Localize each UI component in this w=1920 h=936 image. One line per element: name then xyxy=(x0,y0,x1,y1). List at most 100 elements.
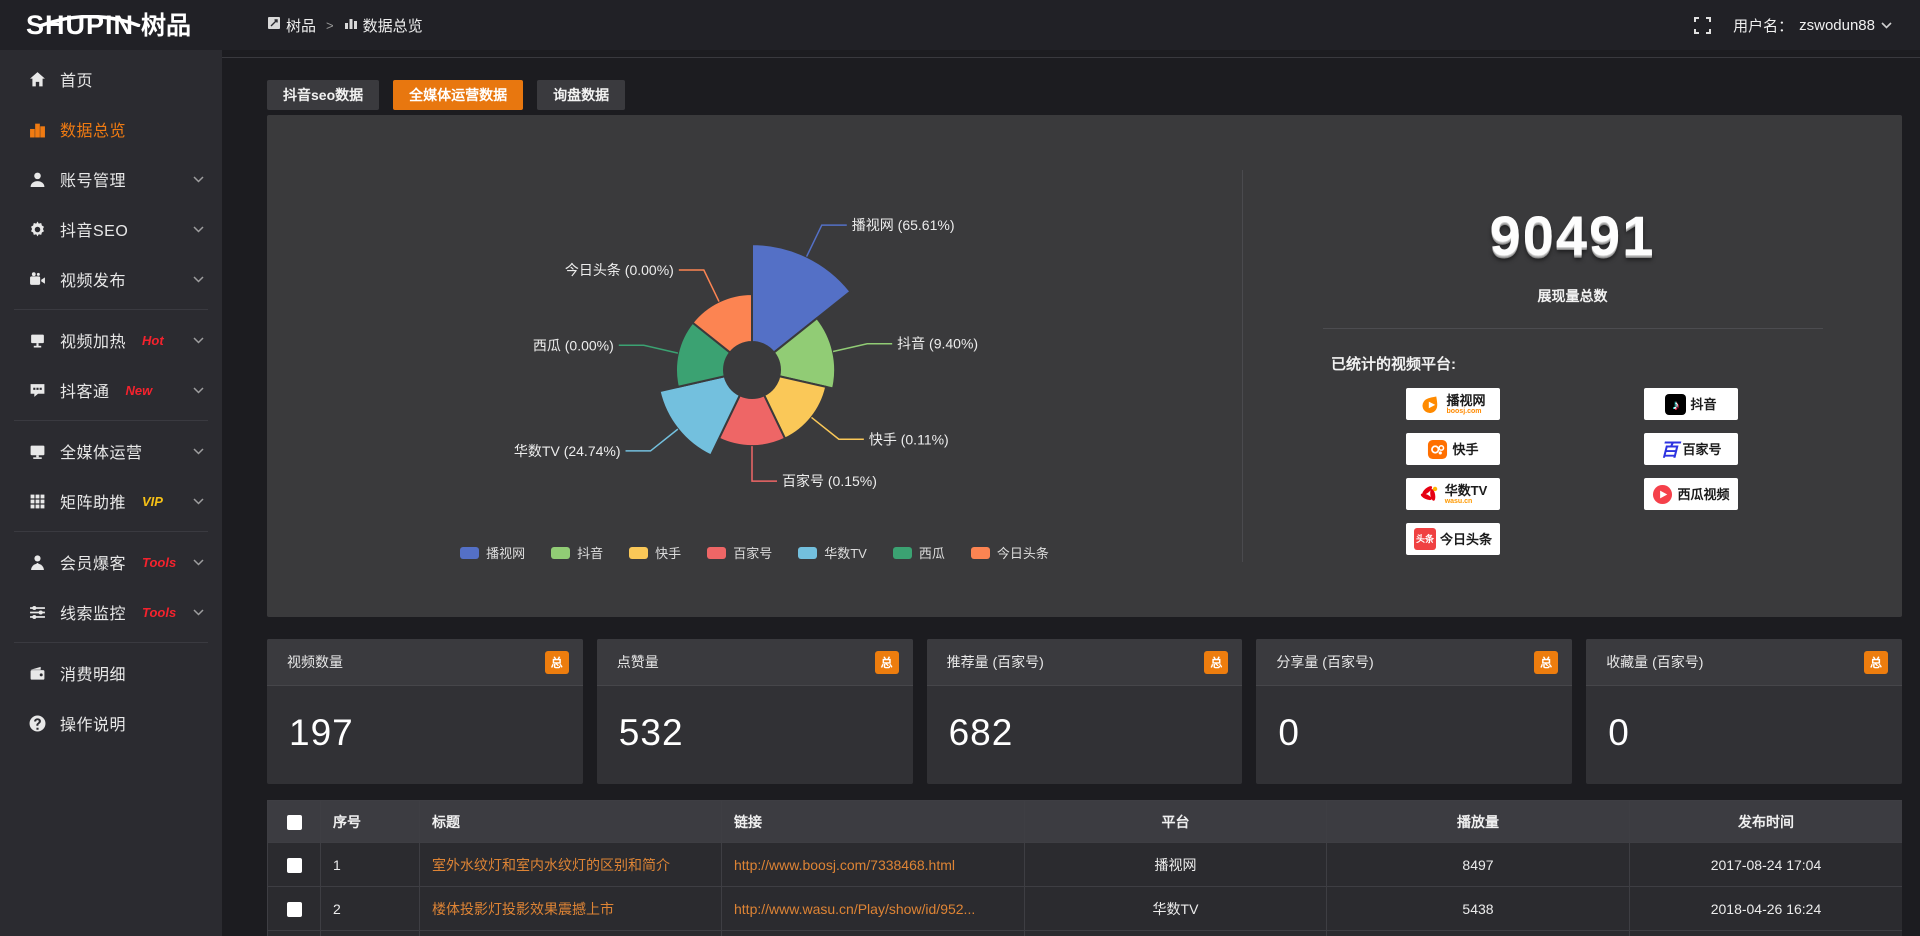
empty-cell xyxy=(1644,523,1738,555)
fullscreen-icon[interactable] xyxy=(1694,17,1711,34)
stat-card-value: 682 xyxy=(927,686,1243,754)
column-header-发布时间: 发布时间 xyxy=(1630,801,1903,843)
douyin-logo-icon: ♪ xyxy=(1665,394,1686,415)
tab-全媒体运营数据[interactable]: 全媒体运营数据 xyxy=(393,80,523,110)
sidebar-item-label: 视频加热 xyxy=(60,328,126,352)
video-url-link xyxy=(722,931,1025,936)
sidebar-item-账号管理[interactable]: 账号管理 xyxy=(0,154,222,204)
sidebar-item-label: 会员爆客 xyxy=(60,550,126,574)
legend-swatch xyxy=(971,547,990,559)
wasu-logo-icon xyxy=(1419,483,1441,505)
video-title-link xyxy=(420,931,722,936)
sidebar-divider xyxy=(14,531,208,532)
chevron-down-icon xyxy=(193,442,204,460)
logo-text-cn: 树品 xyxy=(141,14,191,39)
video-title-link[interactable]: 楼体投影灯投影效果震撼上市 xyxy=(420,887,722,931)
tab-抖音seo数据[interactable]: 抖音seo数据 xyxy=(267,80,379,110)
breadcrumb-current[interactable]: 数据总览 xyxy=(344,15,423,36)
sidebar-item-消费明细[interactable]: 消费明细 xyxy=(0,648,222,698)
breadcrumb-root[interactable]: 树品 xyxy=(267,15,316,36)
legend-item-抖音[interactable]: 抖音 xyxy=(551,543,603,562)
legend-item-百家号[interactable]: 百家号 xyxy=(707,543,772,562)
pie-label-快手: 快手 (0.11%) xyxy=(869,431,949,447)
sidebar-item-操作说明[interactable]: 操作说明 xyxy=(0,698,222,748)
sidebar-item-会员爆客[interactable]: 会员爆客 Tools xyxy=(0,537,222,587)
topbar-right: 用户名：zswodun88 xyxy=(1694,15,1920,36)
sidebar-item-视频加热[interactable]: 视频加热 Hot xyxy=(0,315,222,365)
stat-card-label: 分享量 (百家号) xyxy=(1276,652,1373,672)
sidebar-item-线索监控[interactable]: 线索监控 Tools xyxy=(0,587,222,637)
legend-item-快手[interactable]: 快手 xyxy=(629,543,681,562)
platform-name: 今日头条 xyxy=(1440,533,1492,546)
video-table: 序号标题链接平台播放量发布时间 1室外水纹灯和室内水纹灯的区别和简介http:/… xyxy=(267,800,1902,936)
sidebar-item-抖客通[interactable]: 抖客通 New xyxy=(0,365,222,415)
total-impressions-label: 展现量总数 xyxy=(1243,286,1902,306)
legend-item-今日头条[interactable]: 今日头条 xyxy=(971,543,1049,562)
total-badge: 总 xyxy=(545,651,569,674)
row-checkbox[interactable] xyxy=(287,858,302,873)
stat-cards: 视频数量总197点赞量总532推荐量 (百家号)总682分享量 (百家号)总0收… xyxy=(267,639,1902,784)
sidebar-item-label: 操作说明 xyxy=(60,711,126,735)
sidebar-item-数据总览[interactable]: 数据总览 xyxy=(0,104,222,154)
platform-name xyxy=(1025,931,1327,936)
sidebar-item-label: 数据总览 xyxy=(60,117,126,141)
row-checkbox[interactable] xyxy=(287,902,302,917)
user-menu[interactable]: 用户名：zswodun88 xyxy=(1733,15,1892,36)
sidebar-item-label: 抖音SEO xyxy=(60,217,128,241)
sidebar-item-抖音SEO[interactable]: 抖音SEO xyxy=(0,204,222,254)
legend-label: 百家号 xyxy=(733,543,772,562)
legend-swatch xyxy=(551,547,570,559)
platform-name: 华数TV xyxy=(1445,484,1488,497)
column-header-平台: 平台 xyxy=(1025,801,1327,843)
column-header-序号: 序号 xyxy=(321,801,420,843)
monitor-icon xyxy=(28,442,46,460)
stat-card-收藏量 (百家号): 收藏量 (百家号)总0 xyxy=(1586,639,1902,784)
row-index: 2 xyxy=(321,887,420,931)
video-camera-icon xyxy=(28,270,46,288)
sidebar-item-矩阵助推[interactable]: 矩阵助推 VIP xyxy=(0,476,222,526)
sidebar-item-label: 首页 xyxy=(60,67,93,91)
tab-询盘数据[interactable]: 询盘数据 xyxy=(537,80,625,110)
publish-date: 2018-04-26 16:24 xyxy=(1630,887,1903,931)
toutiao-logo-icon: 头条 xyxy=(1414,528,1436,550)
sidebar-divider xyxy=(14,420,208,421)
table-header-row: 序号标题链接平台播放量发布时间 xyxy=(268,801,1903,843)
stat-card-header: 视频数量总 xyxy=(267,639,583,686)
legend-item-西瓜[interactable]: 西瓜 xyxy=(893,543,945,562)
stat-card-value: 0 xyxy=(1256,686,1572,754)
sidebar-item-视频发布[interactable]: 视频发布 xyxy=(0,254,222,304)
sidebar-item-全媒体运营[interactable]: 全媒体运营 xyxy=(0,426,222,476)
summary-divider xyxy=(1323,328,1823,329)
stat-card-header: 收藏量 (百家号)总 xyxy=(1586,639,1902,686)
logo-arc xyxy=(36,15,144,27)
breadcrumb-separator: > xyxy=(326,18,334,33)
legend-label: 播视网 xyxy=(486,543,525,562)
boosj-logo-icon xyxy=(1420,393,1442,415)
platform-name: 播视网 xyxy=(1446,394,1485,407)
stat-card-header: 点赞量总 xyxy=(597,639,913,686)
column-header-链接: 链接 xyxy=(722,801,1025,843)
sidebar-item-tag: Hot xyxy=(142,333,164,348)
pie-slice-华数TV[interactable] xyxy=(660,376,740,455)
app-logo: SHUPIN 树品 xyxy=(0,12,222,39)
stat-card-点赞量: 点赞量总532 xyxy=(597,639,913,784)
pie-label-line xyxy=(626,429,678,451)
baijiahao-logo: 百 xyxy=(1660,436,1678,462)
legend-item-华数TV[interactable]: 华数TV xyxy=(798,543,867,562)
stat-card-label: 推荐量 (百家号) xyxy=(947,652,1044,672)
legend-item-播视网[interactable]: 播视网 xyxy=(460,543,525,562)
total-badge: 总 xyxy=(1864,651,1888,674)
select-all-checkbox[interactable] xyxy=(287,815,302,830)
platform-domain: wasu.cn xyxy=(1445,498,1473,505)
legend-label: 今日头条 xyxy=(997,543,1049,562)
chevron-down-icon xyxy=(193,603,204,621)
play-count xyxy=(1327,931,1630,936)
site-icon xyxy=(267,16,281,34)
video-title-link[interactable]: 室外水纹灯和室内水纹灯的区别和简介 xyxy=(420,843,722,887)
sidebar-item-label: 账号管理 xyxy=(60,167,126,191)
sidebar-item-首页[interactable]: 首页 xyxy=(0,54,222,104)
video-url-link[interactable]: http://www.boosj.com/7338468.html xyxy=(722,843,1025,887)
video-url-link[interactable]: http://www.wasu.cn/Play/show/id/952... xyxy=(722,887,1025,931)
legend-swatch xyxy=(460,547,479,559)
legend-label: 华数TV xyxy=(824,543,867,562)
